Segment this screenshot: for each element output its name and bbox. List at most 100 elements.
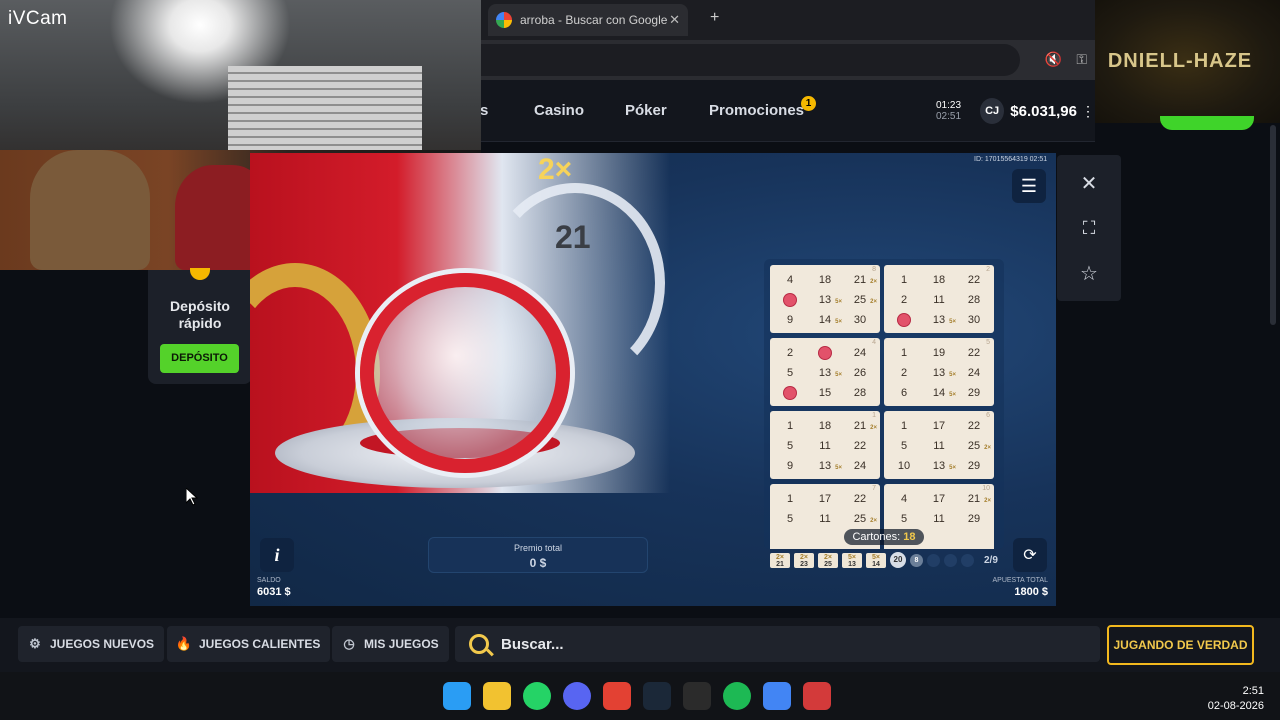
card-cell: 1	[773, 417, 807, 435]
cell-number: 13	[818, 460, 832, 472]
card-cell: 6	[887, 384, 921, 402]
info-button[interactable]: i	[260, 538, 294, 572]
cell-multiplier: 5×	[949, 319, 956, 325]
card-cell: 5	[773, 510, 807, 528]
obs-icon[interactable]	[683, 682, 711, 710]
key-icon[interactable]: ⚿	[1076, 51, 1087, 68]
ea-app-icon[interactable]	[803, 682, 831, 710]
bingo-card[interactable]: 6 1 17 22 5 11 25 2× 10 13 5× 29	[884, 411, 994, 479]
cell-number: 5	[786, 513, 794, 525]
star-icon: ☆	[1080, 262, 1098, 285]
bingo-card[interactable]: 5 1 19 22 2 13 5× 24 6 14 5× 29	[884, 338, 994, 406]
cell-number: 21	[967, 493, 981, 505]
steam-icon[interactable]	[643, 682, 671, 710]
mouse-cursor-icon	[185, 486, 199, 511]
card-cell: 30	[957, 311, 991, 329]
cell-multiplier: 5×	[835, 372, 842, 378]
mute-icon[interactable]: 🔇	[1045, 51, 1062, 68]
card-cell: 1	[887, 271, 921, 289]
site-header: s Casino Póker Promociones 1 01:23 02:51…	[480, 80, 1095, 142]
prize-value: 0 $	[529, 556, 547, 570]
total-bet: APUESTA TOTAL 1800 $	[992, 577, 1048, 598]
cell-number: 11	[933, 294, 945, 306]
windows-icon[interactable]	[443, 682, 471, 710]
clock-sub: 02:51	[936, 111, 962, 122]
card-cell: 15	[808, 384, 842, 402]
fullscreen-button[interactable]: ⛶	[1074, 213, 1104, 243]
address-bar[interactable]	[480, 44, 1020, 76]
explorer-icon[interactable]	[483, 682, 511, 710]
search-input[interactable]: Buscar...	[455, 626, 1100, 662]
history-ball: 2× 25	[818, 552, 838, 568]
card-cell: 1	[887, 417, 921, 435]
cell-number: 17	[818, 493, 832, 505]
avatar[interactable]: CJ	[980, 98, 1005, 124]
new-games-button[interactable]: ⚙ JUEGOS NUEVOS	[18, 626, 165, 662]
new-tab-button[interactable]: +	[710, 9, 719, 27]
toolbar-icons: 🔇 ⚿	[1045, 51, 1087, 68]
coin-icon	[190, 268, 210, 280]
history-ball: 5× 13	[842, 552, 862, 568]
refresh-button[interactable]: ⟳	[1013, 538, 1047, 572]
card-cell: 13 5×	[922, 311, 956, 329]
cell-number: 19	[932, 347, 946, 359]
whatsapp-icon[interactable]	[523, 682, 551, 710]
history-ball: 5× 14	[866, 552, 886, 568]
cell-number: 11	[819, 513, 831, 525]
my-games-button[interactable]: ◷ MIS JUEGOS	[332, 626, 449, 662]
site-bottom-bar: ⚙ JUEGOS NUEVOS 🔥 JUEGOS CALIENTES ◷ MIS…	[0, 618, 1280, 672]
refresh-icon: ⟳	[1023, 547, 1037, 564]
chrome-icon[interactable]	[603, 682, 631, 710]
card-cell: 14 5×	[808, 311, 842, 329]
more-icon[interactable]: ⋮	[1081, 103, 1095, 120]
cell-number: 24	[853, 460, 867, 472]
bingo-card[interactable]: 1 1 18 21 2× 5 11 22 9 13 5× 24	[770, 411, 880, 479]
cell-number: 5	[900, 440, 908, 452]
card-cell: 1	[887, 344, 921, 362]
deposit-button[interactable]: DEPÓSITO	[160, 344, 239, 373]
cell-number: 29	[967, 460, 981, 472]
game-side-controls: ✕ ⛶ ☆	[1057, 155, 1121, 301]
cell-number: 17	[932, 420, 946, 432]
cell-number: 18	[932, 274, 946, 286]
browser-tab[interactable]: arroba - Buscar con Google ✕	[488, 4, 688, 36]
account-balance[interactable]: CJ $6.031,96 ⋮	[980, 94, 1095, 128]
nav-casino[interactable]: Casino	[534, 102, 584, 119]
history-multiplier: 5×	[848, 553, 856, 561]
cell-number: 18	[818, 274, 832, 286]
cell-number: 18	[818, 420, 832, 432]
cell-number: 9	[786, 460, 794, 472]
card-cell	[773, 530, 807, 548]
bingo-card[interactable]: 8418212×●135×252×9145×30	[770, 265, 880, 333]
history-pager[interactable]: 2/9	[984, 555, 998, 566]
system-clock[interactable]: 2:51 02-08-2026	[1208, 684, 1264, 714]
spotify-icon[interactable]	[723, 682, 751, 710]
cell-number: 6	[900, 387, 908, 399]
register-button-partial[interactable]	[1160, 116, 1254, 130]
bingo-card[interactable]: 42●245135×26●1528	[770, 338, 880, 406]
nav-poker[interactable]: Póker	[625, 102, 667, 119]
discord-icon[interactable]	[563, 682, 591, 710]
real-play-button[interactable]: JUGANDO DE VERDAD	[1107, 625, 1254, 665]
bingo-cards-grid[interactable]: 8418212×●135×252×9145×3021182221128●135×…	[764, 259, 1004, 549]
page-scrollbar[interactable]	[1270, 125, 1276, 325]
favorite-button[interactable]: ☆	[1074, 258, 1104, 288]
cell-number: 28	[853, 387, 867, 399]
cell-multiplier: 2×	[870, 279, 877, 285]
card-cell: 22	[957, 271, 991, 289]
close-game-button[interactable]: ✕	[1074, 168, 1104, 198]
hot-games-button[interactable]: 🔥 JUEGOS CALIENTES	[167, 626, 331, 662]
chrome-profile-icon[interactable]	[763, 682, 791, 710]
empty-ball-slot	[927, 553, 940, 567]
card-cell: 13 5×	[922, 364, 956, 382]
cell-number: 17	[932, 493, 946, 505]
screen: arroba - Buscar con Google ✕ + 🔇 ⚿ s Cas…	[0, 0, 1280, 720]
menu-button[interactable]: ☰	[1012, 169, 1046, 203]
cell-multiplier: 2×	[870, 425, 877, 431]
cell-number: 28	[967, 294, 981, 306]
nav-item-partial[interactable]: s	[480, 102, 488, 119]
close-tab-icon[interactable]: ✕	[669, 12, 680, 28]
bingo-card[interactable]: 21182221128●135×30	[884, 265, 994, 333]
card-cell: 11	[922, 437, 956, 455]
nav-promociones[interactable]: Promociones	[709, 102, 804, 119]
